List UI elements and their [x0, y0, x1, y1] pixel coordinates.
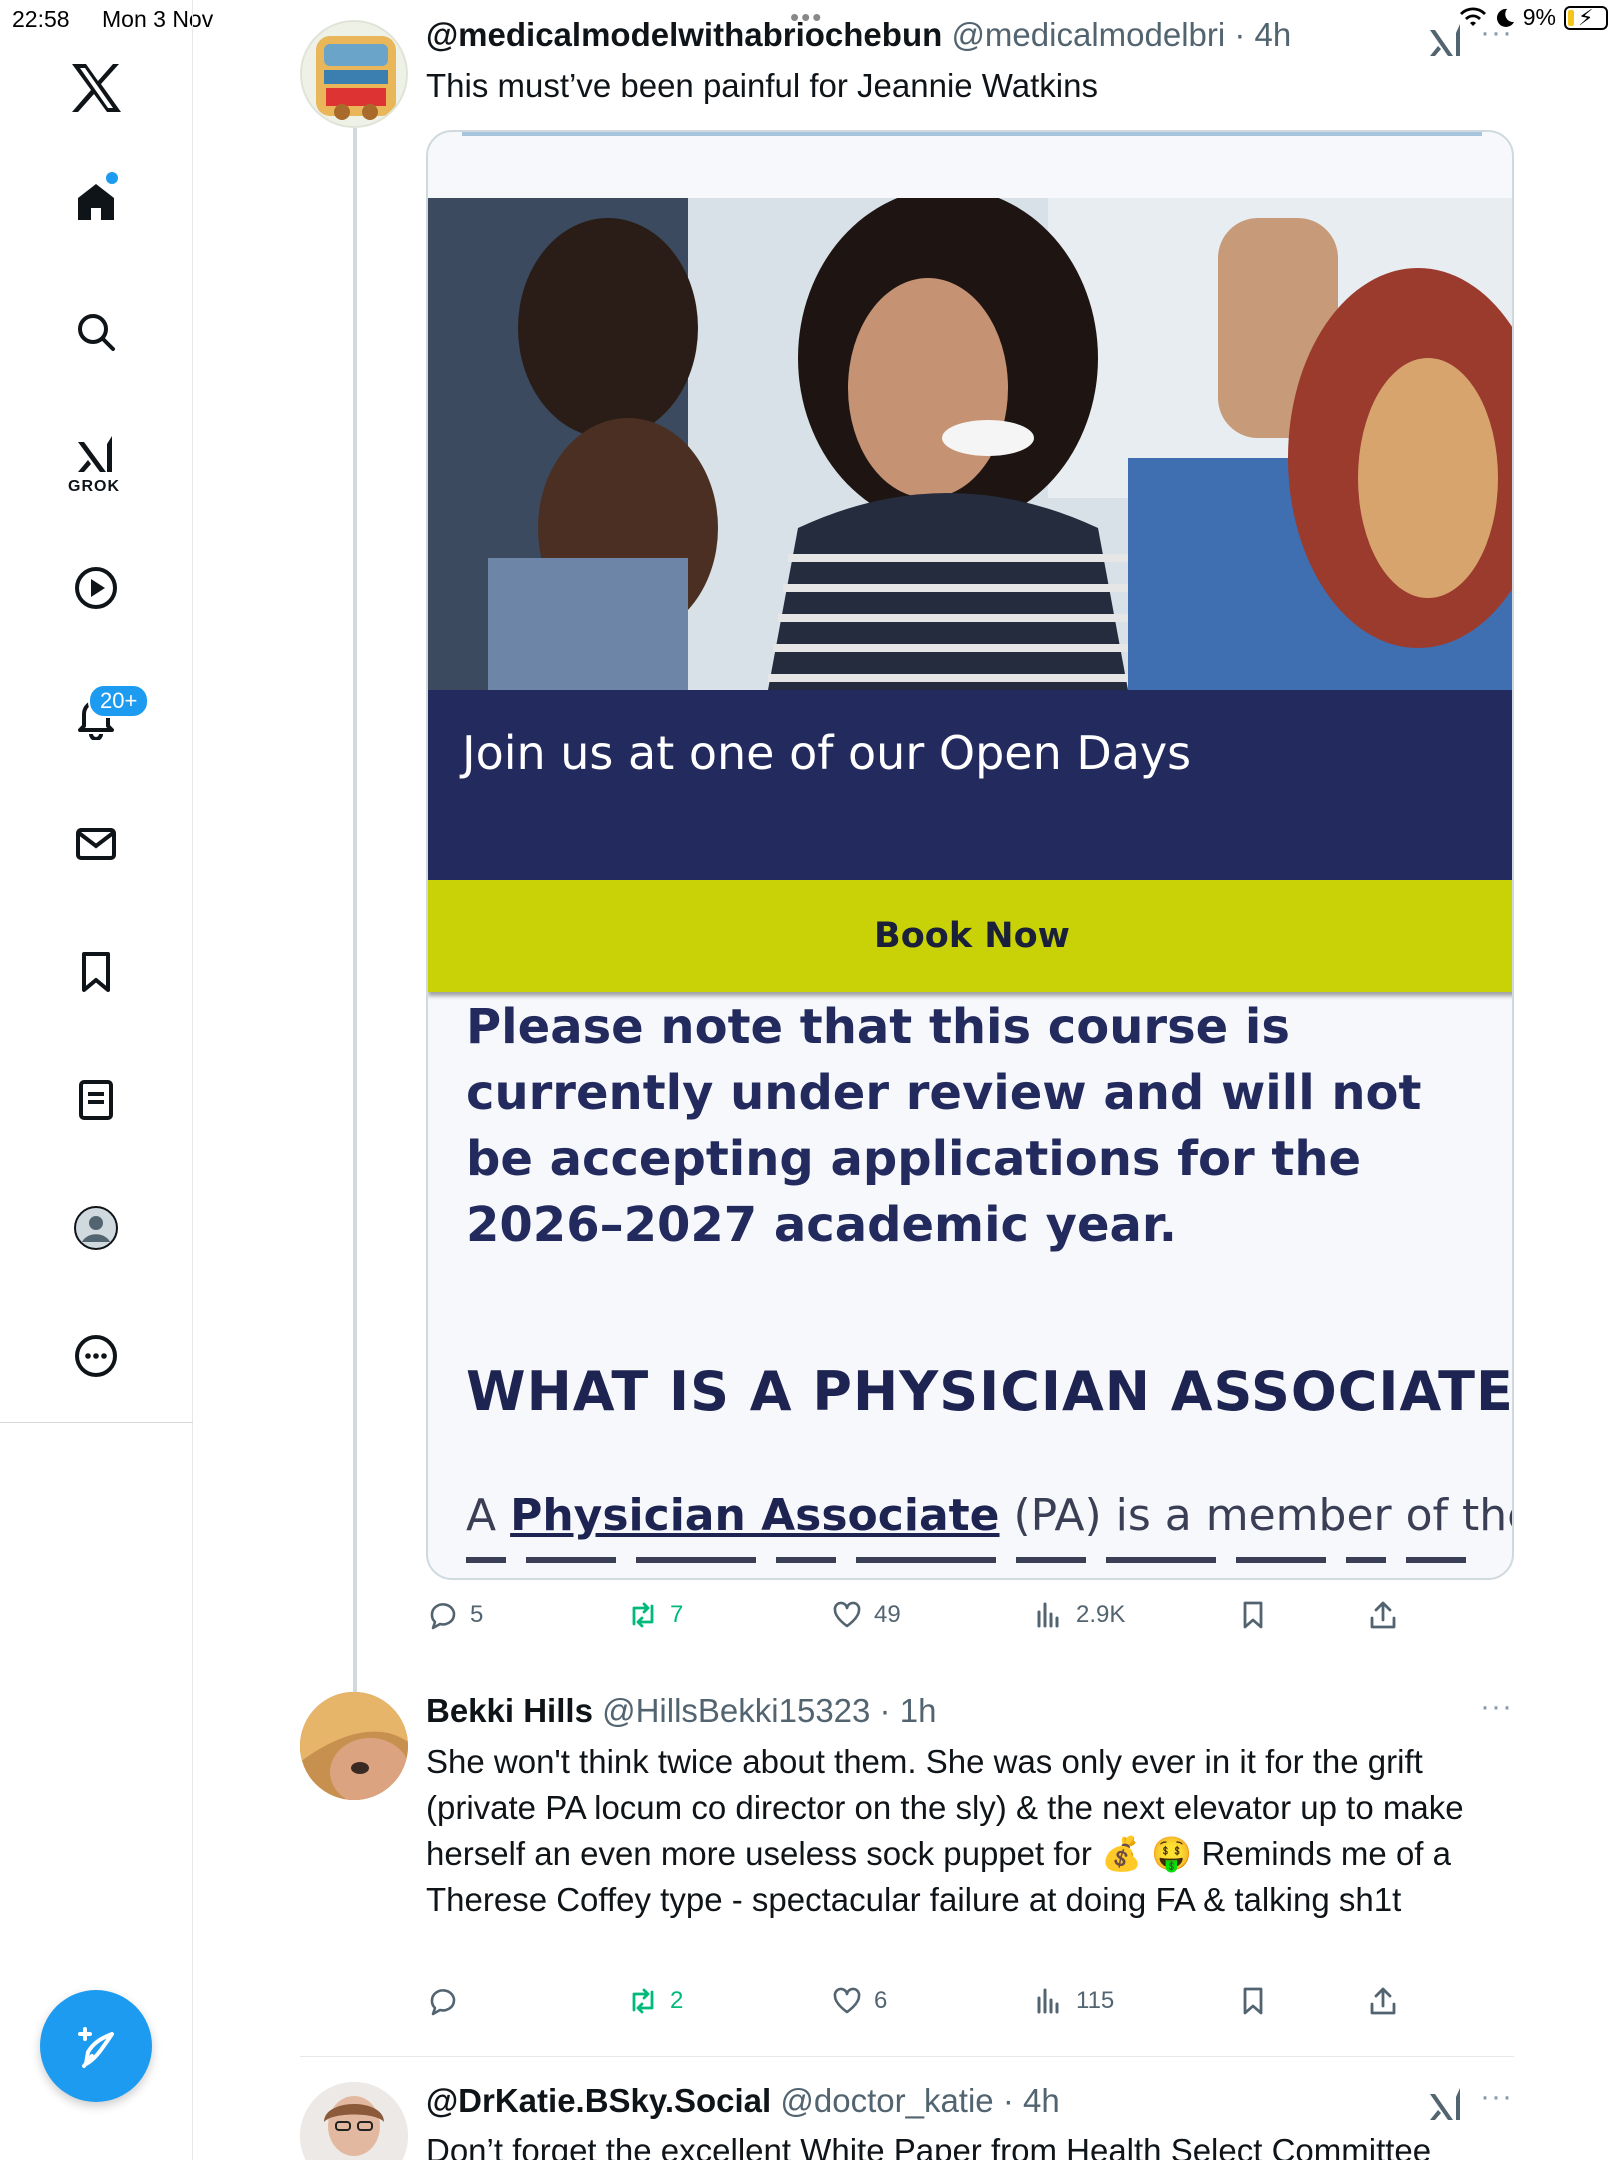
- time-separator: ·: [993, 2082, 1023, 2119]
- repost-icon: [632, 1602, 654, 1628]
- share-icon: [1370, 1601, 1396, 1629]
- students-photo-image: [428, 198, 1512, 690]
- heart-icon: [833, 1601, 861, 1628]
- gmc-parody-logo-image: [316, 36, 396, 120]
- views-icon: [1037, 1602, 1059, 1628]
- display-name[interactable]: Bekki Hills: [426, 1692, 593, 1729]
- grok-icon[interactable]: [1426, 20, 1466, 60]
- compose-feather-icon: [78, 2027, 114, 2068]
- more-options-icon[interactable]: ···: [1480, 1690, 1513, 1724]
- timestamp[interactable]: 4h: [1255, 16, 1292, 53]
- cut-off-text-line: [466, 1556, 1476, 1570]
- heart-icon: [833, 1987, 861, 2014]
- reply-icon: [430, 1989, 456, 2016]
- book-now-button[interactable]: Book Now: [428, 880, 1512, 992]
- profile-icon[interactable]: [66, 1198, 126, 1258]
- grok-icon[interactable]: [66, 426, 126, 486]
- timestamp[interactable]: 4h: [1023, 2082, 1060, 2119]
- x-logo-icon[interactable]: [66, 58, 126, 118]
- avatar-photo-image: [300, 2082, 408, 2160]
- views-icon: [1037, 1988, 1059, 2014]
- bookmark-icon[interactable]: [66, 942, 126, 1002]
- time-separator: ·: [870, 1692, 900, 1729]
- avatar-photo-image: [300, 1692, 408, 1800]
- more-options-icon[interactable]: ···: [1480, 2080, 1513, 2114]
- bookmark-icon: [1243, 1987, 1263, 2015]
- home-notification-dot: [106, 172, 118, 184]
- grok-icon[interactable]: [1426, 2084, 1466, 2124]
- action-bar: 5 7 49 2.9K: [426, 1598, 1516, 1642]
- display-name[interactable]: @DrKatie.BSky.Social: [426, 2082, 771, 2119]
- sidebar: GROK 20+: [0, 0, 193, 2160]
- avatar[interactable]: [300, 20, 408, 128]
- students-photo: [428, 198, 1512, 690]
- reply-button[interactable]: [426, 1984, 470, 2018]
- views-button[interactable]: 2.9K: [1032, 1598, 1125, 1632]
- bookmark-button[interactable]: [1236, 1598, 1270, 1632]
- section-heading: WHAT IS A PHYSICIAN ASSOCIATE?: [466, 1360, 1514, 1423]
- time-separator: ·: [1225, 16, 1255, 53]
- lists-icon[interactable]: [66, 1070, 126, 1130]
- pa-para-prefix: A: [466, 1490, 511, 1541]
- bookmark-icon: [1243, 1601, 1263, 1629]
- reply-button[interactable]: 5: [426, 1598, 483, 1632]
- repost-count: 7: [670, 1601, 684, 1628]
- avatar[interactable]: [300, 1692, 408, 1800]
- tweet-header: @DrKatie.BSky.Social @doctor_katie · 4h: [426, 2082, 1060, 2120]
- more-options-icon[interactable]: ···: [1480, 16, 1513, 50]
- reply-count: 5: [470, 1601, 484, 1628]
- reply-icon: [430, 1603, 456, 1630]
- tweet-text: Don’t forget the excellent White Paper f…: [426, 2132, 1432, 2160]
- battery-percent: 9%: [1522, 4, 1556, 30]
- views-button[interactable]: 115: [1032, 1984, 1114, 2018]
- battery-icon: ⚡: [1564, 5, 1608, 30]
- more-icon[interactable]: [66, 1326, 126, 1386]
- repost-count: 2: [670, 1987, 684, 2014]
- open-days-banner: Join us at one of our Open Days: [428, 690, 1512, 880]
- pa-paragraph: A Physician Associate (PA) is a member o…: [466, 1490, 1514, 1541]
- notifications-badge: 20+: [88, 684, 150, 718]
- pa-para-suffix: (PA) is a member of the: [999, 1490, 1514, 1541]
- search-icon[interactable]: [66, 302, 126, 362]
- grok-label: GROK: [68, 478, 120, 495]
- like-count: 6: [874, 1987, 888, 2014]
- handle[interactable]: @HillsBekki15323: [602, 1692, 870, 1729]
- physician-associate-link[interactable]: Physician Associate: [510, 1490, 999, 1541]
- compose-button[interactable]: [40, 1990, 152, 2102]
- like-count: 49: [874, 1601, 901, 1628]
- views-count: 115: [1076, 1987, 1115, 2014]
- handle[interactable]: @doctor_katie: [780, 2082, 993, 2119]
- card-top-border: [462, 132, 1482, 136]
- banner-text: Join us at one of our Open Days: [462, 726, 1192, 780]
- course-notice: Please note that this course is currentl…: [466, 999, 1422, 1253]
- share-icon: [1370, 1987, 1396, 2015]
- sidebar-divider: [0, 1422, 193, 1423]
- thread-connector-line: [353, 128, 357, 1698]
- repost-button[interactable]: 7: [626, 1598, 683, 1632]
- views-count: 2.9K: [1076, 1601, 1126, 1628]
- timestamp[interactable]: 1h: [900, 1692, 937, 1729]
- repost-icon: [632, 1988, 654, 2014]
- tweet-separator: [300, 2056, 1514, 2057]
- tweet-header: @medicalmodelwithabriochebun @medicalmod…: [426, 16, 1291, 54]
- share-button[interactable]: [1366, 1598, 1400, 1632]
- tweet-text: She won't think twice about them. She wa…: [426, 1743, 1464, 1918]
- like-button[interactable]: 49: [830, 1598, 901, 1632]
- share-button[interactable]: [1366, 1984, 1400, 2018]
- mail-icon[interactable]: [66, 814, 126, 874]
- video-icon[interactable]: [66, 558, 126, 618]
- action-bar: 2 6 115: [426, 1984, 1516, 2028]
- avatar[interactable]: [300, 2082, 408, 2160]
- tweet-text: This must’ve been painful for Jeannie Wa…: [426, 67, 1098, 104]
- repost-button[interactable]: 2: [626, 1984, 683, 2018]
- handle[interactable]: @medicalmodelbri: [951, 16, 1225, 53]
- tweet-header: Bekki Hills @HillsBekki15323 · 1h: [426, 1692, 936, 1730]
- like-button[interactable]: 6: [830, 1984, 887, 2018]
- bookmark-button[interactable]: [1236, 1984, 1270, 2018]
- display-name[interactable]: @medicalmodelwithabriochebun: [426, 16, 942, 53]
- media-card[interactable]: Join us at one of our Open Days Book Now…: [426, 130, 1514, 1580]
